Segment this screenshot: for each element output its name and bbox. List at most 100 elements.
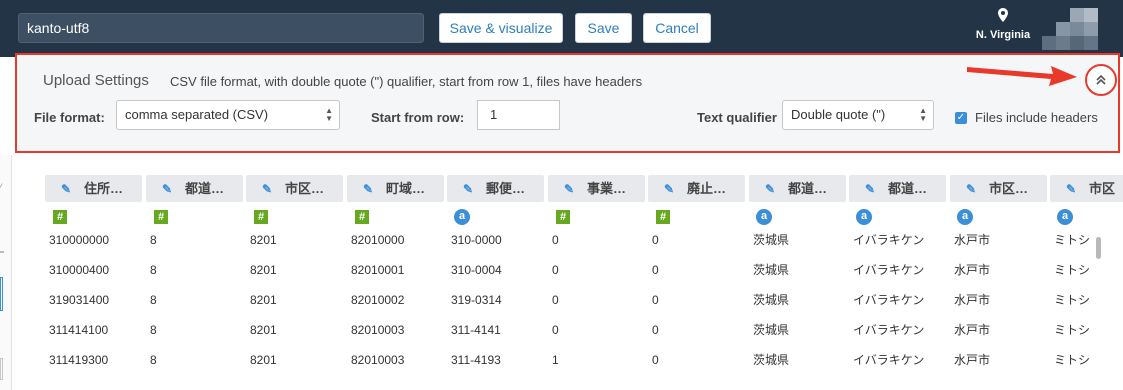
table-cell: 0 bbox=[652, 263, 659, 277]
column-header[interactable]: ✎ 市区… bbox=[246, 175, 343, 202]
table-cell: 0 bbox=[552, 323, 559, 337]
table-cell: イバラキケン bbox=[853, 353, 925, 367]
file-format-value: comma separated (CSV) bbox=[125, 107, 269, 122]
table-cell: 8 bbox=[150, 353, 157, 367]
column-header[interactable]: ✎ 郵便… bbox=[447, 175, 544, 202]
select-arrows-icon: ▲ ▼ bbox=[919, 106, 927, 123]
table-scrollbar[interactable] bbox=[1096, 237, 1101, 259]
column-header[interactable]: ✎ 廃止… bbox=[648, 175, 745, 202]
table-cell: 0 bbox=[652, 323, 659, 337]
column-type-row: # bbox=[648, 202, 745, 232]
file-format-select[interactable]: comma separated (CSV) ▲ ▼ bbox=[116, 100, 340, 130]
table-cell: 0 bbox=[552, 263, 559, 277]
save-and-visualize-button[interactable]: Save & visualize bbox=[439, 13, 563, 43]
table-cell: 0 bbox=[552, 233, 559, 247]
edit-icon[interactable]: ✎ bbox=[363, 176, 375, 202]
column-type-row: # bbox=[146, 202, 243, 232]
table-cell: 310-0000 bbox=[451, 233, 502, 247]
table-cell: 8 bbox=[150, 263, 157, 277]
start-row-input[interactable]: 1 bbox=[477, 100, 560, 130]
column-header-label: 市区… bbox=[989, 181, 1029, 196]
table-cell: ミトシ bbox=[1054, 353, 1091, 367]
select-arrows-icon: ▲ ▼ bbox=[325, 106, 333, 123]
upload-settings-summary: CSV file format, with double quote (") q… bbox=[170, 74, 643, 89]
sidebar-mark bbox=[0, 277, 3, 311]
edit-icon[interactable]: ✎ bbox=[1066, 176, 1078, 202]
table-column: ✎ 郵便… a 310-0000 310-0004 319-0314 311-4141 311… bbox=[447, 175, 544, 382]
region-label: N. Virginia bbox=[975, 29, 1031, 41]
table-cell: イバラキケン bbox=[853, 323, 925, 337]
upload-settings-title: Upload Settings bbox=[43, 72, 149, 89]
table-column: ✎ 住所… #310000000 310000400 319031400 31141410… bbox=[45, 175, 142, 382]
numeric-type-icon[interactable]: # bbox=[556, 210, 570, 224]
upload-settings-panel: Upload Settings CSV file format, with do… bbox=[15, 53, 1120, 153]
string-type-icon[interactable]: a bbox=[756, 209, 772, 225]
numeric-type-icon[interactable]: # bbox=[53, 210, 67, 224]
table-cell: 茨城県 bbox=[753, 233, 790, 247]
numeric-type-icon[interactable]: # bbox=[154, 210, 168, 224]
edit-icon[interactable]: ✎ bbox=[564, 176, 576, 202]
edit-icon[interactable]: ✎ bbox=[765, 176, 777, 202]
edit-icon[interactable]: ✎ bbox=[664, 176, 676, 202]
string-type-icon[interactable]: a bbox=[1057, 209, 1073, 225]
table-cell: 82010003 bbox=[351, 323, 405, 337]
table-cell: 310000400 bbox=[49, 263, 110, 277]
edit-icon[interactable]: ✎ bbox=[463, 176, 475, 202]
headers-checkbox[interactable]: ✓ bbox=[955, 112, 967, 124]
table-cell: 茨城県 bbox=[753, 263, 790, 277]
region-selector[interactable]: N. Virginia bbox=[968, 8, 1038, 41]
save-button[interactable]: Save bbox=[575, 13, 632, 43]
column-type-row: # bbox=[347, 202, 444, 232]
text-qualifier-select[interactable]: Double quote (") ▲ ▼ bbox=[782, 100, 934, 130]
dataset-name-input[interactable]: kanto-utf8 bbox=[18, 13, 424, 43]
column-header[interactable]: ✎ 事業… bbox=[548, 175, 645, 202]
column-type-row: a bbox=[447, 202, 544, 232]
table-cell: 茨城県 bbox=[753, 323, 790, 337]
collapse-settings-button[interactable] bbox=[1085, 64, 1117, 96]
table-cell: 8201 bbox=[250, 323, 277, 337]
table-cell: 8201 bbox=[250, 233, 277, 247]
column-header[interactable]: ✎ 都道… bbox=[849, 175, 946, 202]
numeric-type-icon[interactable]: # bbox=[254, 210, 268, 224]
column-header-label: 住所… bbox=[84, 181, 124, 196]
table-cell: イバラキケン bbox=[853, 263, 925, 277]
table-cell: 319-0314 bbox=[451, 293, 502, 307]
cancel-button[interactable]: Cancel bbox=[643, 13, 711, 43]
edit-icon[interactable]: ✎ bbox=[162, 176, 174, 202]
column-header[interactable]: ✎ 市区 bbox=[1050, 175, 1123, 202]
string-type-icon[interactable]: a bbox=[957, 209, 973, 225]
table-cell: 82010003 bbox=[351, 353, 405, 367]
user-avatar[interactable] bbox=[1042, 8, 1100, 50]
column-type-row: a bbox=[749, 202, 846, 232]
column-header[interactable]: ✎ 市区… bbox=[950, 175, 1047, 202]
column-header[interactable]: ✎ 都道… bbox=[146, 175, 243, 202]
table-cell: イバラキケン bbox=[853, 233, 925, 247]
table-cell: 8201 bbox=[250, 263, 277, 277]
string-type-icon[interactable]: a bbox=[856, 209, 872, 225]
edit-icon[interactable]: ✎ bbox=[262, 176, 274, 202]
column-header[interactable]: ✎ 町域… bbox=[347, 175, 444, 202]
table-column: ✎ 町域… #82010000 82010001 82010002 82010003 820… bbox=[347, 175, 444, 382]
table-cell: 310000000 bbox=[49, 233, 110, 247]
table-cell: 0 bbox=[652, 233, 659, 247]
table-cell: 水戸市 bbox=[954, 323, 991, 337]
edit-icon[interactable]: ✎ bbox=[61, 176, 73, 202]
string-type-icon[interactable]: a bbox=[454, 209, 470, 225]
numeric-type-icon[interactable]: # bbox=[656, 210, 670, 224]
column-header[interactable]: ✎ 住所… bbox=[45, 175, 142, 202]
left-sidebar-edge: ⁄ bbox=[0, 155, 12, 390]
table-cell: 311414100 bbox=[49, 323, 109, 337]
table-cell: 8 bbox=[150, 323, 157, 337]
file-format-label: File format: bbox=[34, 110, 105, 125]
edit-icon[interactable]: ✎ bbox=[865, 176, 877, 202]
edit-icon[interactable]: ✎ bbox=[966, 176, 978, 202]
table-column: ✎ 都道… a イバラキケン イバラキケン イバラキケン イバラキケン イバラキケン bbox=[849, 175, 946, 382]
headers-checkbox-label[interactable]: Files include headers bbox=[975, 110, 1098, 125]
sidebar-mark bbox=[0, 358, 3, 380]
column-header-label: 事業… bbox=[587, 181, 627, 196]
column-header-label: 市区… bbox=[285, 181, 325, 196]
column-header[interactable]: ✎ 都道… bbox=[749, 175, 846, 202]
column-header-label: 都道… bbox=[788, 181, 828, 196]
table-cell: 319031400 bbox=[49, 293, 110, 307]
numeric-type-icon[interactable]: # bbox=[355, 210, 369, 224]
